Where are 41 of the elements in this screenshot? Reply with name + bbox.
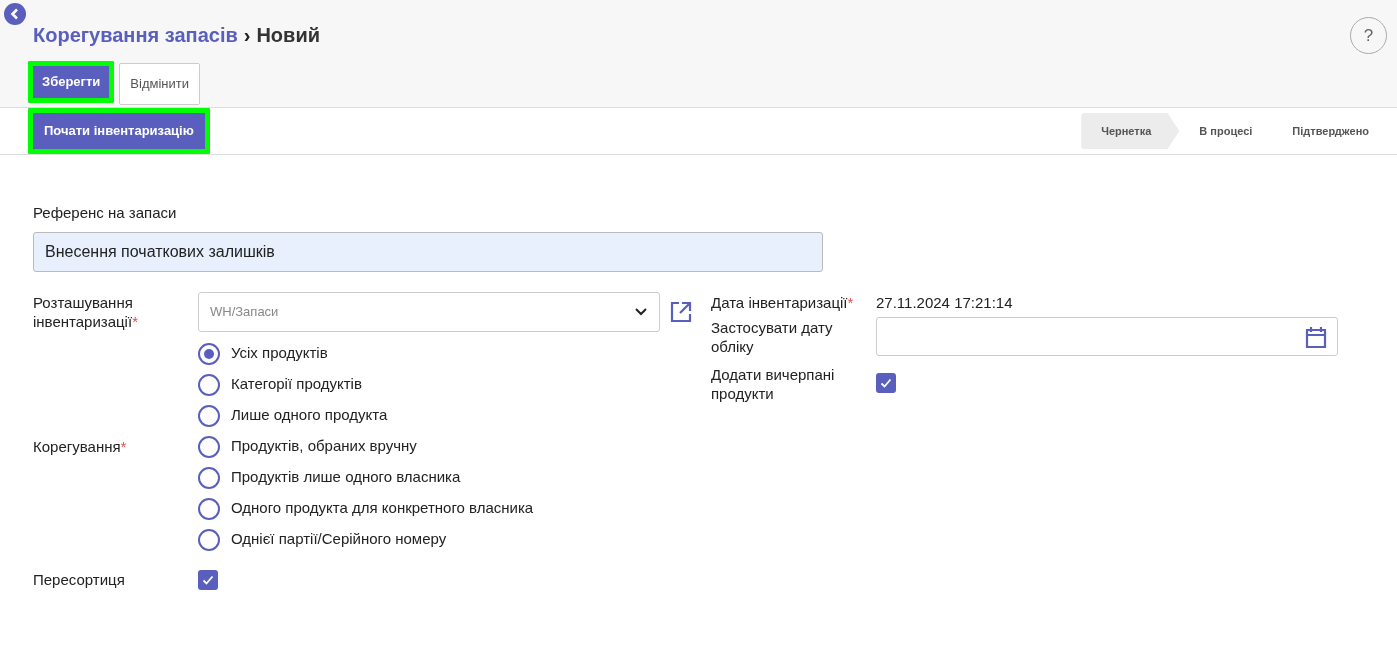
- field-label: Референс на запаси: [33, 203, 178, 223]
- radio-button[interactable]: [198, 497, 220, 520]
- radio-option[interactable]: Продуктів, обраних вручну: [198, 435, 534, 458]
- field-label: Дата інвентаризації*: [711, 293, 855, 313]
- radio-option[interactable]: Категорії продуктів: [198, 373, 534, 396]
- radio-button[interactable]: [198, 528, 220, 551]
- breadcrumb-link[interactable]: Корегування запасів: [33, 20, 238, 50]
- status-stage[interactable]: Підтверджено: [1272, 113, 1389, 149]
- radio-button[interactable]: [198, 435, 220, 458]
- external-link-icon[interactable]: [670, 300, 692, 323]
- date-value: 27.11.2024 17:21:14: [876, 292, 1013, 313]
- discard-button[interactable]: Відмінити: [119, 63, 200, 105]
- date-field[interactable]: [876, 317, 1338, 356]
- radio-button[interactable]: [198, 404, 220, 427]
- radio-option[interactable]: Усіх продуктів: [198, 342, 534, 365]
- page-title: Новий: [256, 23, 320, 48]
- field-label: Додати вичерпані продукти: [711, 365, 836, 403]
- field-label: Пересортиця: [33, 570, 126, 589]
- field-label: Розташування інвентаризації*: [33, 292, 139, 331]
- checkbox[interactable]: [198, 569, 218, 590]
- chevron-down-icon: [634, 306, 648, 317]
- field-label: Корегування*: [33, 437, 128, 456]
- reference-field[interactable]: Внесення початкових залишків: [33, 231, 823, 272]
- back-icon[interactable]: [4, 3, 26, 25]
- calendar-icon[interactable]: [1305, 324, 1327, 349]
- radio-option[interactable]: Однієї партії/Серійного номеру: [198, 528, 534, 551]
- checkbox[interactable]: [876, 373, 896, 393]
- checkmark-icon: [879, 376, 893, 390]
- status-stage[interactable]: В процесі: [1179, 113, 1273, 149]
- radio-button[interactable]: [198, 342, 220, 365]
- location-select[interactable]: WH/Запаси: [198, 291, 660, 332]
- start-inventory-button[interactable]: Почати інвентаризацію: [28, 108, 210, 154]
- save-button[interactable]: Зберегти: [28, 61, 115, 103]
- radio-button[interactable]: [198, 466, 220, 489]
- field-label: Застосувати дату обліку: [711, 317, 834, 356]
- radio-option[interactable]: Лише одного продукта: [198, 404, 534, 427]
- radio-option[interactable]: Одного продукта для конкретного власника: [198, 497, 534, 520]
- breadcrumb-separator: ›: [243, 23, 251, 48]
- radio-option[interactable]: Продуктів лише одного власника: [198, 466, 534, 489]
- status-stage[interactable]: Чернетка: [1081, 113, 1180, 149]
- radio-button[interactable]: [198, 373, 220, 396]
